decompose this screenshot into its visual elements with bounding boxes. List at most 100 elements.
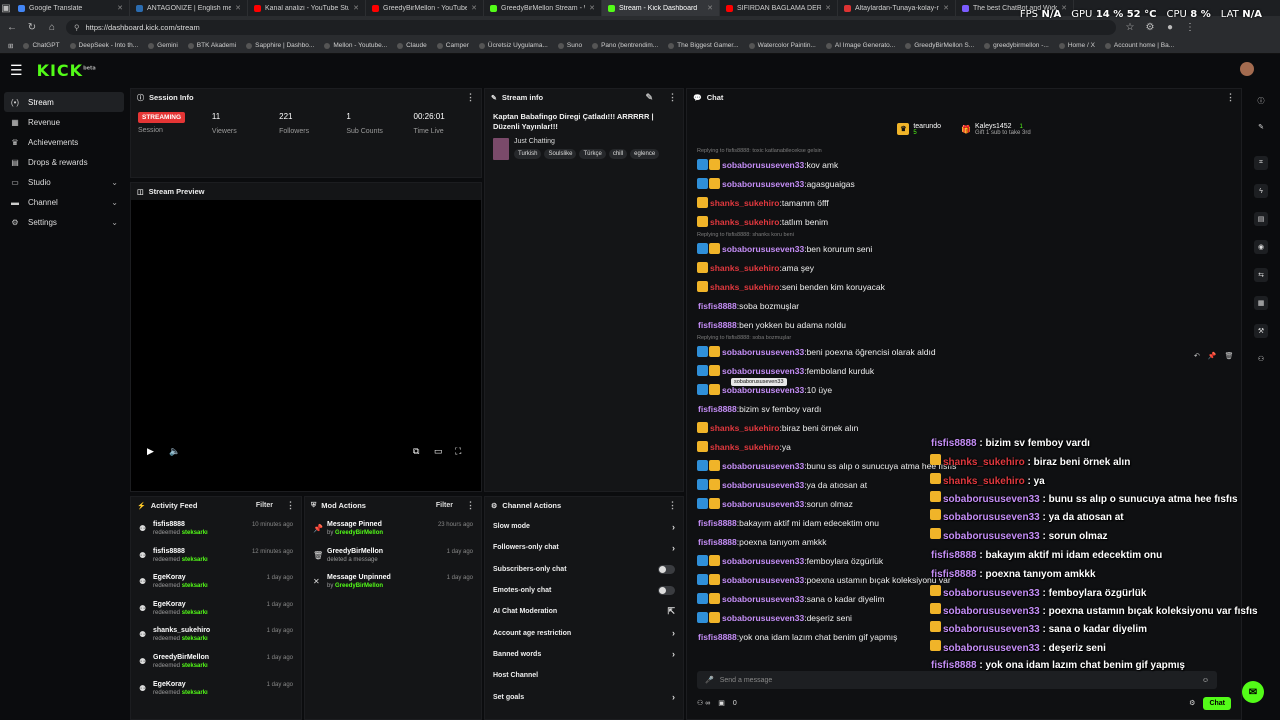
grid-icon[interactable]: ⌗ bbox=[1254, 156, 1268, 170]
sidebar-item-stream[interactable]: (•) Stream bbox=[4, 92, 124, 112]
chat-username[interactable]: sobaborususeven33 bbox=[722, 499, 804, 509]
more-options-icon[interactable]: ⋮ bbox=[286, 500, 295, 511]
tag-chip[interactable]: Soulslike bbox=[544, 149, 577, 159]
close-tab-icon[interactable]: ✕ bbox=[471, 4, 477, 12]
activity-row[interactable]: ⚉ GreedyBirMellon redeemed steksarkı 1 day … bbox=[131, 651, 301, 678]
channel-action-subscribers-only-chat[interactable]: Subscribers-only chat bbox=[485, 559, 683, 580]
bookmark-item[interactable]: Suno bbox=[557, 42, 582, 49]
close-tab-icon[interactable]: ✕ bbox=[589, 4, 595, 12]
tag-chip[interactable]: chill bbox=[608, 149, 628, 159]
menu-burger-icon[interactable]: ☰ bbox=[10, 62, 23, 79]
channel-action-host-channel[interactable]: Host Channel bbox=[485, 665, 683, 686]
chat-message[interactable]: sobaborususeven33: ben korurum seni bbox=[697, 239, 1237, 258]
bookmark-item[interactable]: DeepSeek - Into th... bbox=[69, 42, 138, 49]
chat-username[interactable]: fisfis8888 bbox=[698, 632, 737, 642]
bookmark-item[interactable]: Mellon - Youtube... bbox=[324, 42, 387, 49]
more-options-icon[interactable]: ⋮ bbox=[1226, 92, 1235, 103]
fullscreen-icon[interactable]: ⛶ bbox=[455, 446, 461, 457]
close-tab-icon[interactable]: ✕ bbox=[825, 4, 831, 12]
tag-chip[interactable]: eglence bbox=[630, 149, 660, 159]
chat-message[interactable]: sobaborususeven33: beni poexna öğrencisi… bbox=[697, 342, 1237, 361]
channel-action-account-age-restriction[interactable]: Account age restriction › bbox=[485, 622, 683, 643]
sidebar-item-achievements[interactable]: ♛ Achievements bbox=[4, 132, 124, 152]
video-player[interactable]: ▶ 🔈 ⧉ ▭ ⛶ bbox=[131, 200, 481, 491]
chat-username[interactable]: shanks_sukehiro bbox=[710, 442, 779, 452]
sidebar-item-drops-rewards[interactable]: ▤ Drops & rewards bbox=[4, 152, 124, 172]
chat-username[interactable]: shanks_sukehiro bbox=[710, 263, 779, 273]
theater-icon[interactable]: ▭ bbox=[434, 446, 443, 457]
category[interactable]: Just Chatting Turkish Soulslike Türkçe chil… bbox=[485, 132, 683, 160]
channel-action-emotes-only-chat[interactable]: Emotes-only chat bbox=[485, 580, 683, 601]
bookmark-item[interactable]: AI Image Generato... bbox=[825, 42, 895, 49]
chat-message[interactable]: sobaborususeven33: agasguaigas bbox=[697, 174, 1237, 193]
close-tab-icon[interactable]: ✕ bbox=[235, 4, 241, 12]
activity-row[interactable]: ⚉ EgeKoray redeemed steksarkı 1 day ago bbox=[131, 598, 301, 625]
external-link-icon[interactable]: ⇱ bbox=[667, 606, 675, 617]
chat-message[interactable]: shanks_sukehiro: tamamm öfff bbox=[697, 193, 1237, 212]
activity-row[interactable]: ⚉ fisfis8888 redeemed steksarkı 10 minutes … bbox=[131, 518, 301, 545]
tag-chip[interactable]: Turkish bbox=[514, 149, 542, 159]
bookmark-item[interactable]: Sapphire | Dashbo... bbox=[246, 42, 314, 49]
wrench-icon[interactable]: ✎ bbox=[1254, 120, 1268, 134]
assistant-chat-button[interactable]: ✉ bbox=[1242, 681, 1264, 703]
calendar-icon[interactable]: ▦ bbox=[1254, 296, 1268, 310]
chat-message[interactable]: shanks_sukehiro: ama şey bbox=[697, 258, 1237, 277]
more-options-icon[interactable]: ⋮ bbox=[668, 92, 677, 103]
edit-icon[interactable]: ✎ bbox=[645, 92, 653, 103]
activity-row[interactable]: ⚉ EgeKoray redeemed steksarkı 1 day ago bbox=[131, 571, 301, 598]
send-chat-button[interactable]: Chat bbox=[1203, 696, 1231, 710]
more-options-icon[interactable]: ⋮ bbox=[466, 92, 475, 103]
emoji-icon[interactable]: ☺ bbox=[1202, 677, 1209, 684]
chevron-right-icon[interactable]: › bbox=[672, 692, 675, 702]
chat-username[interactable]: shanks_sukehiro bbox=[710, 217, 779, 227]
close-tab-icon[interactable]: ✕ bbox=[117, 4, 123, 12]
reply-icon[interactable]: ↶ bbox=[1194, 352, 1200, 360]
channel-action-banned-words[interactable]: Banned words › bbox=[485, 644, 683, 665]
bookmark-item[interactable]: Ücretsiz Uygulama... bbox=[478, 42, 548, 49]
filter-button[interactable]: Filter bbox=[256, 502, 273, 509]
bookmark-item[interactable]: ChatGPT bbox=[23, 42, 60, 49]
channel-action-ai-chat-moderation[interactable]: AI Chat Moderation ⇱ bbox=[485, 601, 683, 622]
chat-username[interactable]: shanks_sukehiro bbox=[710, 282, 779, 292]
channel-action-followers-only-chat[interactable]: Followers-only chat › bbox=[485, 537, 683, 558]
pin-icon[interactable]: 📌 bbox=[1208, 352, 1217, 360]
chat-message[interactable]: fisfis8888: soba bozmuşlar bbox=[697, 296, 1237, 315]
bookmark-item[interactable]: Pano (bentrendim... bbox=[592, 42, 658, 49]
address-bar[interactable]: ⚲ https://dashboard.kick.com/stream bbox=[66, 19, 1116, 35]
lightning-icon[interactable]: ϟ bbox=[1254, 184, 1268, 198]
chat-username[interactable]: fisfis8888 bbox=[698, 301, 737, 311]
chat-username[interactable]: sobaborususeven33 bbox=[722, 480, 804, 490]
chat-message[interactable]: fisfis8888: ben yokken bu adama noldu bbox=[697, 315, 1237, 334]
mod-action-row[interactable]: 🗑 GreedyBirMellon deleted a message 1 day a… bbox=[305, 545, 481, 572]
browser-tab[interactable]: GreedyBirMellon - YouTube ✕ bbox=[366, 0, 484, 16]
speech-icon[interactable]: ◉ bbox=[1254, 240, 1268, 254]
close-tab-icon[interactable]: ✕ bbox=[353, 4, 359, 12]
tool-icon[interactable]: ⚒ bbox=[1254, 324, 1268, 338]
chat-username[interactable]: sobaborususeven33 bbox=[722, 244, 804, 254]
chevron-down-icon[interactable]: ⌄ bbox=[111, 218, 118, 227]
chevron-right-icon[interactable]: › bbox=[672, 522, 675, 532]
apps-icon[interactable]: ⊞ bbox=[8, 42, 13, 50]
sidebar-item-revenue[interactable]: ▦ Revenue bbox=[4, 112, 124, 132]
browser-tab[interactable]: GreedyBirMellon Stream - Watch ✕ bbox=[484, 0, 602, 16]
people-icon[interactable]: ⚇ bbox=[1254, 352, 1268, 366]
chat-message[interactable]: sobaborususeven33: kov amk bbox=[697, 155, 1237, 174]
play-icon[interactable]: ▶ bbox=[147, 446, 154, 457]
bookmark-item[interactable]: greedybirmellon -... bbox=[984, 42, 1049, 49]
bookmark-item[interactable]: Camper bbox=[436, 42, 469, 49]
bookmark-item[interactable]: Watercolor Paintin... bbox=[748, 42, 816, 49]
chat-username[interactable]: sobaborususeven33 bbox=[722, 594, 804, 604]
chat-message[interactable]: fisfis8888: bizim sv femboy vardı bbox=[697, 399, 1237, 418]
chat-username[interactable]: sobaborususeven33 bbox=[722, 160, 804, 170]
users-icon[interactable]: ⚇ ∞ bbox=[697, 699, 710, 707]
chat-username[interactable]: sobaborususeven33 bbox=[722, 179, 804, 189]
activity-row[interactable]: ⚉ shanks_sukehiro redeemed steksarkı 1 day … bbox=[131, 624, 301, 651]
settings-icon[interactable]: ⚙ bbox=[1189, 699, 1195, 707]
chat-username[interactable]: sobaborususeven33 bbox=[722, 613, 804, 623]
refresh-icon[interactable]: ↻ bbox=[26, 22, 38, 33]
chat-username[interactable]: sobaborususeven33 bbox=[722, 347, 804, 357]
chat-username[interactable]: sobaborususeven33 bbox=[722, 366, 804, 376]
toggle-switch[interactable] bbox=[658, 564, 675, 574]
browser-tab[interactable]: SIFIRDAN BAĞLAMA DERSLERİ 6 ✕ bbox=[720, 0, 838, 16]
close-tab-icon[interactable]: ✕ bbox=[707, 4, 713, 12]
